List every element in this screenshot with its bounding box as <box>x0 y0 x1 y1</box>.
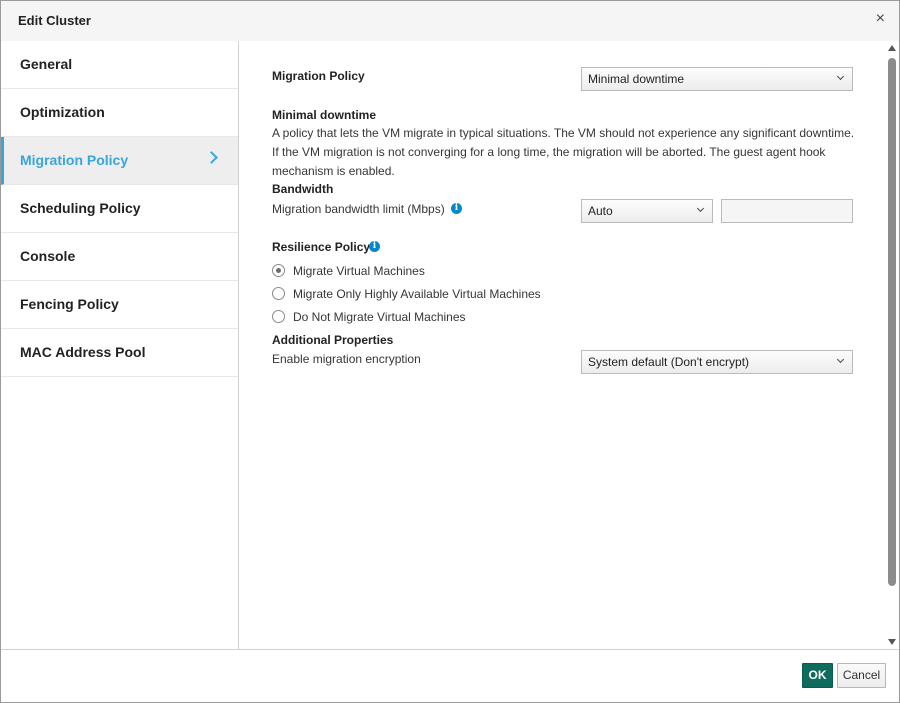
sidebar-item-scheduling-policy[interactable]: Scheduling Policy <box>1 185 238 233</box>
radio-button[interactable] <box>272 310 285 323</box>
chevron-down-icon <box>696 204 705 213</box>
edit-cluster-dialog: Edit Cluster × General Optimization Migr… <box>0 0 900 703</box>
sidebar-item-console[interactable]: Console <box>1 233 238 281</box>
radio-button[interactable] <box>272 264 285 277</box>
bandwidth-heading: Bandwidth <box>272 182 334 196</box>
migration-policy-select[interactable]: Minimal downtime <box>581 67 853 91</box>
resilience-info-icon[interactable]: i <box>369 241 380 252</box>
dialog-footer: OK Cancel <box>1 649 899 702</box>
sidebar-item-fencing-policy[interactable]: Fencing Policy <box>1 281 238 329</box>
bandwidth-select[interactable]: Auto <box>581 199 713 223</box>
chevron-down-icon <box>836 72 845 81</box>
bandwidth-info-icon[interactable]: i <box>451 203 462 214</box>
radio-label: Do Not Migrate Virtual Machines <box>293 310 466 324</box>
sidebar-item-label: Fencing Policy <box>20 296 119 312</box>
cancel-button[interactable]: Cancel <box>837 663 886 688</box>
dialog-header: Edit Cluster × <box>1 1 899 41</box>
scroll-thumb[interactable] <box>888 58 896 586</box>
sidebar-item-label: Migration Policy <box>20 152 129 168</box>
migration-policy-panel: Migration Policy Minimal downtime Minima… <box>239 41 899 649</box>
sidebar-item-general[interactable]: General <box>1 41 238 89</box>
scroll-up-icon[interactable] <box>888 45 896 51</box>
sidebar-item-label: General <box>20 56 73 72</box>
sidebar-item-label: Console <box>20 248 76 264</box>
encryption-value: System default (Don't encrypt) <box>588 355 750 369</box>
additional-properties-heading: Additional Properties <box>272 333 394 347</box>
radio-label: Migrate Virtual Machines <box>293 264 425 278</box>
sidebar-item-label: MAC Address Pool <box>20 344 146 360</box>
dialog-title: Edit Cluster <box>18 13 91 28</box>
radio-label: Migrate Only Highly Available Virtual Ma… <box>293 287 541 301</box>
policy-heading: Minimal downtime <box>272 108 377 122</box>
encryption-select[interactable]: System default (Don't encrypt) <box>581 350 853 374</box>
bandwidth-value: Auto <box>588 204 613 218</box>
chevron-down-icon <box>836 355 845 364</box>
sidebar-item-optimization[interactable]: Optimization <box>1 89 238 137</box>
close-icon[interactable]: × <box>876 10 885 28</box>
radio-button[interactable] <box>272 287 285 300</box>
encryption-label: Enable migration encryption <box>272 352 421 366</box>
bandwidth-custom-input[interactable] <box>721 199 853 223</box>
migration-policy-label: Migration Policy <box>272 69 365 83</box>
scroll-down-icon[interactable] <box>888 639 896 645</box>
sidebar-item-mac-address-pool[interactable]: MAC Address Pool <box>1 329 238 377</box>
chevron-right-icon <box>205 151 218 164</box>
sidebar-item-label: Optimization <box>20 104 105 120</box>
sidebar-item-migration-policy[interactable]: Migration Policy <box>1 137 238 185</box>
migration-policy-value: Minimal downtime <box>588 72 685 86</box>
sidebar-item-label: Scheduling Policy <box>20 200 141 216</box>
resilience-heading: Resilience Policy <box>272 240 371 254</box>
vertical-scrollbar[interactable] <box>885 41 899 649</box>
policy-description: A policy that lets the VM migrate in typ… <box>272 126 855 178</box>
sidebar-nav: General Optimization Migration Policy Sc… <box>1 41 239 649</box>
ok-button[interactable]: OK <box>802 663 833 688</box>
bandwidth-label: Migration bandwidth limit (Mbps) <box>272 202 445 216</box>
